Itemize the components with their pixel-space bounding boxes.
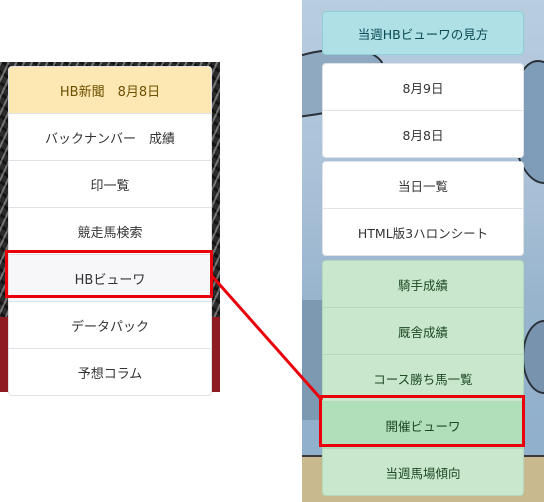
menu-item-horse-search[interactable]: 競走馬検索 [8,208,212,255]
menu-item-back-number[interactable]: バックナンバー 成績 [8,114,212,161]
date-button-aug9[interactable]: 8月9日 [322,63,524,111]
annotation-box-meeting-viewer [319,395,525,447]
track-bias-button[interactable]: 当週馬場傾向 [322,449,524,496]
map-shape [522,320,544,394]
date-button-aug8[interactable]: 8月8日 [322,111,524,158]
stable-stats-button[interactable]: 厩舎成績 [322,308,524,355]
left-menu: HB新聞 8月8日 バックナンバー 成績 印一覧 競走馬検索 HBビューワ デー… [8,66,212,396]
menu-item-mark-list[interactable]: 印一覧 [8,161,212,208]
menu-item-prediction-column[interactable]: 予想コラム [8,349,212,396]
daily-list-button[interactable]: 当日一覧 [322,161,524,209]
date-button-group: 8月9日 8月8日 [322,63,524,158]
tool-button-group: 当日一覧 HTML版3ハロンシート [322,161,524,256]
menu-item-hb-newspaper[interactable]: HB新聞 8月8日 [8,66,212,114]
menu-item-data-pack[interactable]: データパック [8,302,212,349]
annotation-box-hb-viewer [5,250,213,298]
jockey-stats-button[interactable]: 騎手成績 [322,260,524,308]
html-3f-sheet-button[interactable]: HTML版3ハロンシート [322,209,524,256]
stats-button-group: 騎手成績 厩舎成績 コース勝ち馬一覧 開催ビューワ 当週馬場傾向 [322,260,524,496]
viewer-howto-button[interactable]: 当週HBビューワの見方 [322,11,524,55]
